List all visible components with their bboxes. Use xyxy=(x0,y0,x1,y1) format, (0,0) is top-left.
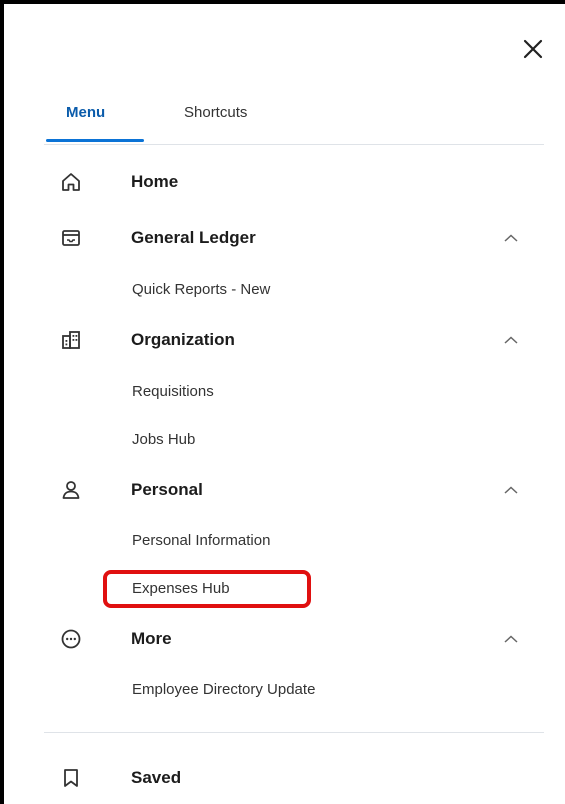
menu-subitem-jobs-hub[interactable]: Jobs Hub xyxy=(4,420,565,460)
tab-menu[interactable]: Menu xyxy=(66,104,105,121)
chevron-up-icon[interactable] xyxy=(501,230,521,246)
menu-subitem-quick-reports[interactable]: Quick Reports - New xyxy=(4,270,565,310)
tab-bar: Menu Shortcuts xyxy=(4,92,565,146)
active-tab-indicator xyxy=(46,139,144,142)
divider xyxy=(44,732,544,733)
menu-subitem-employee-directory-update[interactable]: Employee Directory Update xyxy=(4,670,565,710)
menu-subitem-label: Quick Reports - New xyxy=(132,281,271,298)
bookmark-icon xyxy=(59,766,83,790)
menu-subitem-label: Jobs Hub xyxy=(132,431,196,448)
menu-section-personal[interactable]: Personal xyxy=(4,466,565,514)
chevron-up-icon[interactable] xyxy=(501,332,521,348)
menu-section-more[interactable]: More xyxy=(4,615,565,663)
close-icon xyxy=(523,39,543,59)
menu-subitem-expenses-hub[interactable]: Expenses Hub xyxy=(4,569,565,609)
navigation-panel: Menu Shortcuts Home General Ledger Quick… xyxy=(0,0,565,804)
tab-shortcuts[interactable]: Shortcuts xyxy=(184,104,247,121)
person-icon xyxy=(59,478,83,502)
menu-item-label: Saved xyxy=(131,768,182,787)
menu-subitem-label: Employee Directory Update xyxy=(132,681,316,698)
menu-section-organization[interactable]: Organization xyxy=(4,316,565,364)
divider xyxy=(44,144,544,145)
menu-section-general-ledger[interactable]: General Ledger xyxy=(4,214,565,262)
close-button[interactable] xyxy=(516,32,550,66)
chevron-up-icon[interactable] xyxy=(501,482,521,498)
more-circle-icon xyxy=(59,627,83,651)
chevron-up-icon[interactable] xyxy=(501,631,521,647)
building-icon xyxy=(59,328,83,352)
menu-subitem-label: Personal Information xyxy=(132,532,271,549)
menu-section-label: General Ledger xyxy=(131,228,256,247)
inbox-tray-icon xyxy=(59,226,83,250)
menu-section-label: Organization xyxy=(131,330,235,349)
menu-subitem-label: Requisitions xyxy=(132,383,214,400)
menu-subitem-personal-information[interactable]: Personal Information xyxy=(4,521,565,561)
menu-item-label: Home xyxy=(131,172,179,191)
menu-section-label: Personal xyxy=(131,480,203,499)
menu-subitem-label: Expenses Hub xyxy=(132,580,230,597)
menu-section-label: More xyxy=(131,629,172,648)
menu-item-home[interactable]: Home xyxy=(4,158,565,206)
menu-item-saved[interactable]: Saved xyxy=(4,754,565,802)
menu-subitem-requisitions[interactable]: Requisitions xyxy=(4,372,565,412)
home-icon xyxy=(59,170,83,194)
